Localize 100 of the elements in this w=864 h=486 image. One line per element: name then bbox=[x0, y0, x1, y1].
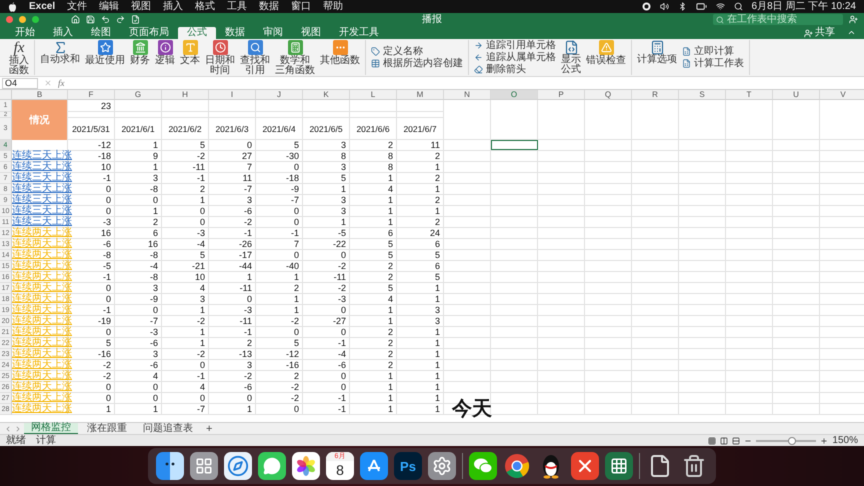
column-header[interactable]: F bbox=[68, 90, 115, 99]
column-header[interactable]: B bbox=[12, 90, 68, 99]
ribbon-button[interactable]: 根据所选内容创建 bbox=[369, 58, 465, 69]
column-header[interactable]: P bbox=[538, 90, 585, 99]
ribbon-button[interactable]: 计算工作表 bbox=[680, 58, 746, 69]
ribbon-button[interactable]: 追踪从属单元格 bbox=[472, 52, 558, 63]
speaker-icon[interactable] bbox=[660, 2, 669, 11]
apple-icon[interactable] bbox=[8, 2, 17, 12]
menu-item[interactable]: 编辑 bbox=[99, 0, 120, 12]
column-header[interactable]: G bbox=[115, 90, 162, 99]
wifi-icon[interactable] bbox=[716, 2, 725, 11]
battery-icon[interactable] bbox=[696, 1, 707, 12]
collapse-icon[interactable] bbox=[847, 28, 856, 37]
ribbon-tab[interactable]: 视图 bbox=[292, 27, 330, 39]
chat-bubbles-icon[interactable] bbox=[469, 452, 497, 480]
previous-icon[interactable] bbox=[4, 424, 12, 432]
app-menu[interactable]: Excel bbox=[29, 0, 56, 12]
ribbon-tab[interactable]: 插入 bbox=[44, 27, 82, 39]
redo-icon[interactable] bbox=[116, 15, 125, 24]
zoom-slider-thumb[interactable] bbox=[788, 436, 796, 444]
menu-item[interactable]: 窗口 bbox=[291, 0, 312, 12]
ribbon-tab[interactable]: 数据 bbox=[216, 27, 254, 39]
menu-item[interactable]: 数据 bbox=[259, 0, 280, 12]
flower-icon[interactable] bbox=[292, 452, 320, 480]
rows-icon[interactable] bbox=[732, 436, 740, 444]
sheet-tab[interactable]: 涨在跟重 bbox=[80, 423, 134, 434]
column-header[interactable]: M bbox=[397, 90, 444, 99]
column-header[interactable]: V bbox=[820, 90, 864, 99]
ribbon-button[interactable]: 数学和 三角函数 bbox=[273, 40, 317, 76]
spreadsheet-icon[interactable] bbox=[605, 452, 633, 480]
ribbon-button[interactable]: 显示 公式 bbox=[559, 40, 583, 75]
column-header[interactable]: Q bbox=[585, 90, 632, 99]
ribbon-button[interactable]: 错误检查 bbox=[584, 40, 628, 66]
insert-function-button[interactable]: fx bbox=[58, 78, 64, 88]
column-header[interactable]: T bbox=[726, 90, 773, 99]
ribbon-button[interactable]: 计算选项 bbox=[635, 40, 679, 65]
record-icon[interactable] bbox=[642, 2, 651, 11]
next-icon[interactable] bbox=[14, 424, 22, 432]
undo-icon[interactable] bbox=[101, 15, 110, 24]
name-box[interactable]: O4 bbox=[2, 78, 38, 88]
share-button[interactable]: 共享 bbox=[802, 27, 837, 39]
save-icon[interactable] bbox=[86, 15, 95, 24]
ribbon-button[interactable]: 定义名称 bbox=[369, 46, 465, 57]
menu-item[interactable]: 文件 bbox=[67, 0, 88, 12]
grid-icon[interactable] bbox=[190, 452, 218, 480]
ribbon-tab[interactable]: 绘图 bbox=[82, 27, 120, 39]
columns-icon[interactable] bbox=[720, 436, 728, 444]
sheet-tab[interactable]: 网格监控 bbox=[24, 423, 78, 434]
search-icon[interactable] bbox=[734, 2, 743, 11]
bluetooth-icon[interactable] bbox=[678, 2, 687, 11]
search-field[interactable]: 在工作表中搜索 bbox=[713, 14, 843, 25]
ribbon-tab[interactable]: 审阅 bbox=[254, 27, 292, 39]
ribbon-tab[interactable]: 页面布局 bbox=[120, 27, 178, 39]
grid-view-icon[interactable] bbox=[708, 436, 716, 444]
checklist-icon[interactable] bbox=[131, 15, 140, 24]
ribbon-button[interactable]: fx 插入 函数 bbox=[7, 40, 31, 76]
ribbon-button[interactable]: 逻辑 bbox=[153, 40, 177, 66]
selected-cell[interactable] bbox=[491, 140, 538, 150]
chat-bubble-icon[interactable] bbox=[258, 452, 286, 480]
menu-item[interactable]: 插入 bbox=[163, 0, 184, 12]
person-icon[interactable] bbox=[849, 15, 858, 24]
column-header[interactable]: R bbox=[632, 90, 679, 99]
ribbon-button[interactable]: 财务 bbox=[128, 40, 152, 66]
ribbon-button[interactable]: 立即计算 bbox=[680, 46, 746, 57]
ribbon-tab[interactable]: 公式 bbox=[178, 27, 216, 39]
menu-item[interactable]: 格式 bbox=[195, 0, 216, 12]
column-header[interactable]: I bbox=[209, 90, 256, 99]
sheet-tab[interactable]: 问题追查表 bbox=[136, 423, 200, 434]
add-sheet-button[interactable]: + bbox=[202, 424, 216, 434]
ribbon-button[interactable]: 查找和 引用 bbox=[238, 40, 272, 76]
ribbon-button[interactable]: 其他函数 bbox=[318, 40, 362, 66]
zoom-button[interactable] bbox=[32, 16, 39, 23]
minimize-button[interactable] bbox=[19, 16, 26, 23]
photoshop-app[interactable]: Ps bbox=[394, 452, 422, 480]
column-header[interactable]: O bbox=[491, 90, 538, 99]
settings-icon[interactable] bbox=[428, 452, 456, 480]
compass-icon[interactable] bbox=[224, 452, 252, 480]
menu-item[interactable]: 帮助 bbox=[323, 0, 344, 12]
browser-icon[interactable] bbox=[503, 452, 531, 480]
ribbon-button[interactable]: 最近使用 bbox=[83, 40, 127, 66]
plus-icon[interactable] bbox=[820, 436, 828, 444]
ribbon-tab[interactable]: 开发工具 bbox=[330, 27, 388, 39]
ribbon-button[interactable]: 文本 bbox=[178, 40, 202, 66]
ribbon-button[interactable]: 日期和 时间 bbox=[203, 40, 237, 76]
column-header[interactable]: J bbox=[256, 90, 303, 99]
finder-icon[interactable] bbox=[156, 452, 184, 480]
column-header[interactable]: K bbox=[303, 90, 350, 99]
column-header[interactable]: L bbox=[350, 90, 397, 99]
app-store-icon[interactable] bbox=[360, 452, 388, 480]
ribbon-button[interactable]: 删除箭头 bbox=[472, 64, 558, 75]
cross-icon[interactable] bbox=[571, 452, 599, 480]
clock[interactable]: 6月8日 周二 下午 10:24 bbox=[752, 0, 856, 12]
column-header[interactable]: U bbox=[773, 90, 820, 99]
home-icon[interactable] bbox=[71, 15, 80, 24]
ribbon-button[interactable]: 追踪引用单元格 bbox=[472, 40, 558, 51]
menu-item[interactable]: 工具 bbox=[227, 0, 248, 12]
ribbon-tab[interactable]: 开始 bbox=[6, 27, 44, 39]
column-header[interactable]: S bbox=[679, 90, 726, 99]
menu-item[interactable]: 视图 bbox=[131, 0, 152, 12]
column-header[interactable]: H bbox=[162, 90, 209, 99]
